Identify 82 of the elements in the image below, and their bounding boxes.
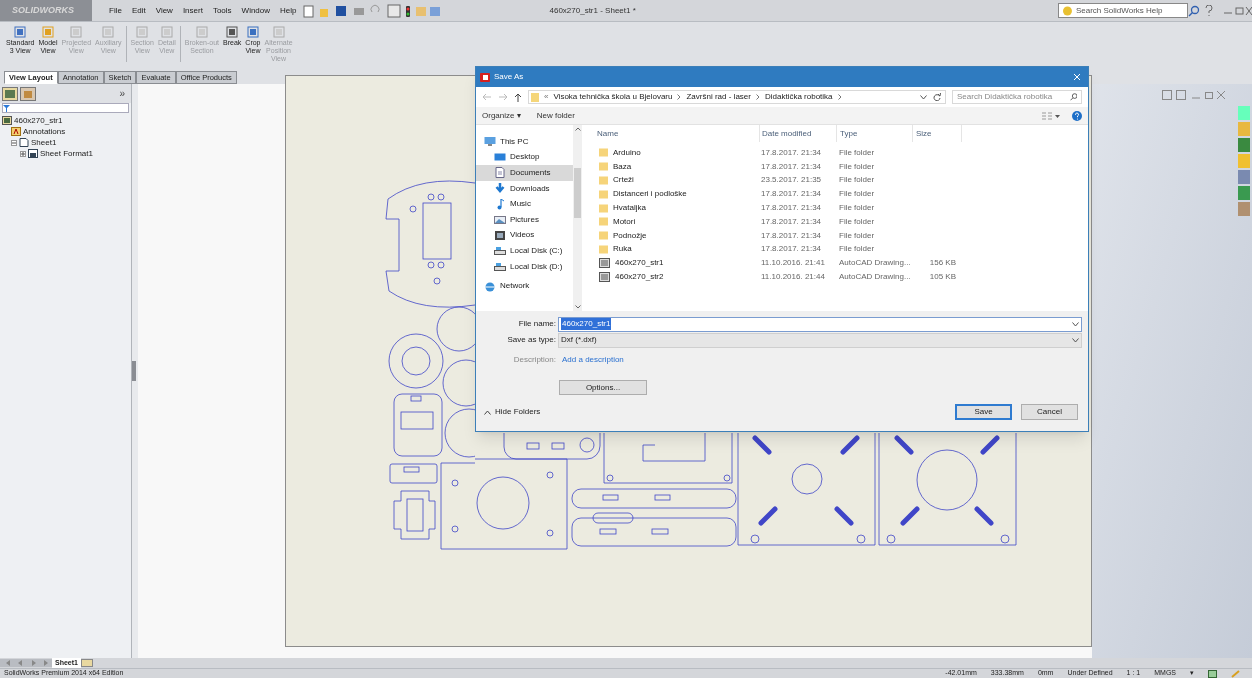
menu-item[interactable]: File [104, 4, 127, 17]
nav-item[interactable]: Pictures [476, 211, 573, 228]
organize-button[interactable]: Organize ▾ [482, 109, 521, 122]
nav-item[interactable]: Music [476, 196, 573, 212]
date-cell-text: 17.8.2017. 21:34 [760, 229, 823, 242]
size-cell-text: 156 KB [928, 257, 957, 270]
menu-item[interactable]: Insert [177, 4, 208, 17]
app-logo: SOLIDWORKS [0, 0, 92, 21]
column-header[interactable]: Name [589, 125, 759, 142]
cancel-button[interactable]: Cancel [1021, 404, 1078, 420]
date-cell-text: 23.5.2017. 21:35 [760, 174, 823, 187]
file-name[interactable]: 460x270_str1 [615, 257, 664, 270]
tree-item[interactable]: 460x270_str1 [14, 114, 63, 127]
options-button[interactable]: Options... [559, 380, 647, 395]
file-name[interactable]: Distanceri i podloške [613, 188, 687, 201]
field-label: File name: [517, 318, 557, 330]
new-folder-button[interactable]: New folder [536, 109, 575, 122]
file-name-field[interactable]: 460x270_str1 [558, 316, 1082, 332]
menu-item[interactable]: Window [236, 4, 276, 17]
column-header[interactable]: Size [912, 125, 962, 142]
file-name[interactable]: Arduino [613, 146, 641, 159]
save-button[interactable]: Save [955, 404, 1012, 420]
expand-panel-button[interactable]: » [119, 86, 129, 101]
description-link[interactable]: Add a description [558, 354, 624, 366]
type-cell-text: File folder [838, 229, 876, 242]
field-label: Save as type: [506, 334, 557, 346]
type-cell-text: File folder [838, 188, 876, 201]
file-name[interactable]: Hvataljka [613, 202, 646, 215]
date-cell-text: 11.10.2016. 21:44 [760, 271, 826, 284]
help-search-field[interactable]: Search SolidWorks Help [1058, 3, 1188, 18]
file-name[interactable]: 460x270_str2 [615, 271, 664, 284]
type-cell-text: File folder [838, 243, 876, 256]
menu-item[interactable]: Tools [207, 4, 237, 17]
save-type-dropdown[interactable]: Dxf (*.dxf) [558, 332, 1082, 348]
type-cell-text: File folder [838, 146, 876, 159]
type-cell-text: AutoCAD Drawing... [838, 257, 912, 270]
breadcrumb-item[interactable]: Visoka tehnička škola u Bjelovaru [553, 91, 673, 103]
address-bar[interactable]: « Visoka tehnička škola u Bjelovaru Završni rad - laser Didaktička robotika [528, 90, 946, 104]
type-cell-text: File folder [838, 202, 876, 215]
help-search-input[interactable]: Search SolidWorks Help [1075, 4, 1183, 17]
nav-item[interactable]: Desktop [476, 149, 573, 166]
column-header[interactable]: Type [836, 125, 912, 142]
size-cell-text: 105 KB [928, 271, 957, 284]
search-field[interactable]: Search Didaktička robotika [952, 90, 1082, 104]
file-name[interactable]: Ruka [613, 243, 632, 256]
folder-search-input[interactable]: Search Didaktička robotika [957, 91, 1070, 103]
tree-item[interactable]: Sheet1 [31, 136, 57, 149]
menu-item[interactable]: Help [275, 4, 302, 17]
nav-item[interactable]: Documents [476, 165, 573, 181]
nav-item[interactable]: Local Disk (C:) [476, 243, 573, 259]
nav-item[interactable]: Local Disk (D:) [476, 258, 573, 275]
file-name[interactable]: Podnožje [613, 229, 647, 242]
date-cell-text: 17.8.2017. 21:34 [760, 202, 823, 215]
type-cell-text: File folder [838, 160, 876, 173]
date-cell-text: 17.8.2017. 21:34 [760, 160, 823, 173]
hide-folders-button[interactable]: Hide Folders [484, 406, 541, 418]
menu-item[interactable]: Edit [126, 4, 151, 17]
type-cell-text: File folder [838, 215, 876, 228]
file-name[interactable]: Crteži [613, 174, 634, 187]
tree-item[interactable]: Annotations [23, 125, 66, 138]
dialog-title: Save As [494, 71, 524, 83]
column-header[interactable]: Date modified [759, 125, 836, 142]
date-cell-text: 17.8.2017. 21:34 [760, 215, 823, 228]
date-cell-text: 11.10.2016. 21:41 [760, 257, 826, 270]
date-cell-text: 17.8.2017. 21:34 [760, 146, 823, 159]
field-label: Description: [512, 354, 557, 366]
menu-item[interactable]: View [150, 4, 178, 17]
date-cell-text: 17.8.2017. 21:34 [760, 188, 823, 201]
tree-item[interactable]: Sheet Format1 [40, 147, 93, 160]
type-cell-text: File folder [838, 174, 876, 187]
document-title: 460x270_str1 - Sheet1 * [549, 4, 636, 17]
nav-item[interactable]: Videos [476, 227, 573, 244]
file-name[interactable]: Motori [613, 215, 636, 228]
type-cell-text: AutoCAD Drawing... [838, 271, 912, 284]
date-cell-text: 17.8.2017. 21:34 [760, 243, 823, 256]
breadcrumb-item[interactable]: Završni rad - laser [686, 91, 751, 103]
breadcrumb-item[interactable]: Didaktička robotika [764, 91, 833, 103]
nav-item[interactable]: Downloads [476, 180, 573, 197]
nav-item[interactable]: Network [476, 278, 573, 294]
nav-item[interactable]: This PC [476, 134, 573, 150]
file-name[interactable]: Baza [613, 160, 632, 173]
breadcrumb-overflow[interactable]: « [544, 91, 549, 103]
